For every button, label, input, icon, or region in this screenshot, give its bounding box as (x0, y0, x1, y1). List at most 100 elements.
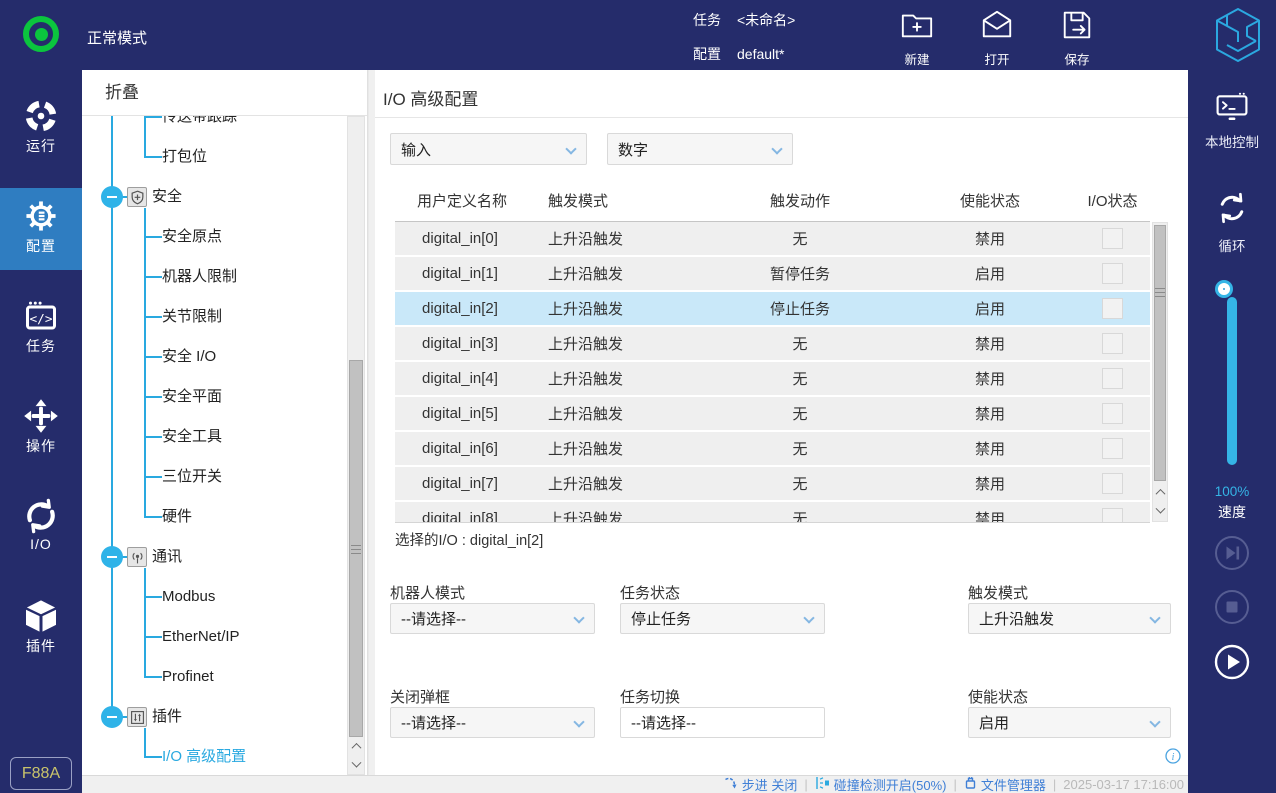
table-row[interactable]: digital_in[3]上升沿触发无禁用 (395, 327, 1150, 362)
sidebar-item-io-cycle[interactable]: I/O (0, 488, 82, 570)
tree-item-关节限制[interactable]: 关节限制 (162, 305, 222, 329)
table-scroll-down-button[interactable] (1153, 502, 1167, 521)
io-name-cell: digital_in[6] (395, 440, 525, 457)
collapse-node-button[interactable] (101, 186, 123, 208)
table-row[interactable]: digital_in[6]上升沿触发无禁用 (395, 432, 1150, 467)
tree-item-三位开关[interactable]: 三位开关 (162, 465, 222, 489)
right-toolbar: 本地控制 循环 100% 速度 (1188, 70, 1276, 793)
selected-io-label: 选择的I/O : digital_in[2] (395, 529, 543, 550)
new-button[interactable]: 新建 (884, 8, 950, 68)
sidebar-item-cube[interactable]: 插件 (0, 588, 82, 670)
tree-item-打包位[interactable]: 打包位 (162, 145, 207, 169)
io-direction-select[interactable]: 输入 (390, 133, 587, 165)
io-type-select[interactable]: 数字 (607, 133, 793, 165)
sidebar-item-gear[interactable]: 配置 (0, 188, 82, 270)
tree-item-安全原点[interactable]: 安全原点 (162, 225, 222, 249)
tree-item-传送带跟踪[interactable]: 传送带跟踪 (162, 116, 237, 129)
robot-mode-label: 机器人模式 (390, 582, 465, 603)
tree-item-通讯[interactable]: 通讯 (152, 545, 182, 569)
collapse-tree-button[interactable]: 折叠 (82, 70, 367, 116)
task-state-select[interactable]: 停止任务 (620, 603, 825, 634)
tree-item-I/O 高级配置[interactable]: I/O 高级配置 (162, 745, 246, 769)
enable-state-cell: 禁用 (905, 333, 1075, 354)
tree-scroll-up-button[interactable] (348, 737, 364, 756)
tree-scrollbar[interactable] (347, 116, 365, 775)
save-button[interactable]: 保存 (1044, 8, 1110, 68)
collapse-node-button[interactable] (101, 706, 123, 728)
io-state-checkbox[interactable] (1102, 228, 1123, 249)
sidebar-item-label: I/O (0, 536, 82, 552)
table-scrollbar[interactable] (1152, 222, 1168, 522)
io-state-checkbox[interactable] (1102, 298, 1123, 319)
enable-state-label: 使能状态 (968, 686, 1028, 707)
play-button[interactable] (1214, 644, 1250, 680)
skip-button[interactable] (1214, 535, 1250, 571)
task-switch-select[interactable]: --请选择-- (620, 707, 825, 738)
speed-slider-handle[interactable] (1218, 283, 1230, 295)
column-header: 用户定义名称 (395, 190, 525, 211)
step-mode-button[interactable]: 步进 关闭 (724, 775, 798, 793)
tree-item-EtherNet/IP[interactable]: EtherNet/IP (162, 625, 240, 649)
io-state-checkbox[interactable] (1102, 508, 1123, 523)
trigger-mode-cell: 上升沿触发 (525, 438, 695, 459)
close-popup-select[interactable]: --请选择-- (390, 707, 595, 738)
tree-item-硬件[interactable]: 硬件 (162, 505, 192, 529)
clock: 2025-03-17 17:16:00 (1063, 777, 1184, 792)
tree-item-插件[interactable]: 插件 (152, 705, 182, 729)
io-state-checkbox[interactable] (1102, 333, 1123, 354)
open-button[interactable]: 打开 (964, 8, 1030, 68)
enable-state-cell: 启用 (905, 298, 1075, 319)
collapse-node-button[interactable] (101, 546, 123, 568)
tree-item-Modbus[interactable]: Modbus (162, 585, 215, 609)
sidebar-item-run-target[interactable]: 运行 (0, 88, 82, 170)
io-state-checkbox[interactable] (1102, 263, 1123, 284)
tree-connector-line (144, 676, 162, 678)
device-id-badge[interactable]: F88A (10, 757, 72, 790)
local-control-button[interactable]: 本地控制 (1188, 92, 1276, 151)
enable-state-cell: 禁用 (905, 368, 1075, 389)
table-row[interactable]: digital_in[1]上升沿触发暂停任务启用 (395, 257, 1150, 292)
tree-item-安全平面[interactable]: 安全平面 (162, 385, 222, 409)
trigger-mode-label: 触发模式 (968, 582, 1028, 603)
tree-connector-line (144, 568, 146, 677)
io-state-checkbox[interactable] (1102, 403, 1123, 424)
table-row[interactable]: digital_in[2]上升沿触发停止任务启用 (395, 292, 1150, 327)
io-state-checkbox[interactable] (1102, 473, 1123, 494)
loop-button[interactable]: 循环 (1188, 190, 1276, 255)
left-nav-sidebar: 运行配置 </>任务操作 I/O 插件 F88A (0, 70, 82, 793)
sidebar-item-label: 配置 (0, 236, 82, 256)
table-row[interactable]: digital_in[0]上升沿触发无禁用 (395, 222, 1150, 257)
io-state-checkbox[interactable] (1102, 368, 1123, 389)
table-row[interactable]: digital_in[5]上升沿触发无禁用 (395, 397, 1150, 432)
sidebar-item-code-window[interactable]: </>任务 (0, 288, 82, 370)
io-name-cell: digital_in[5] (395, 405, 525, 422)
io-state-checkbox[interactable] (1102, 438, 1123, 459)
collision-detection-button[interactable]: 碰撞检测开启(50%) (815, 775, 947, 793)
info-icon[interactable]: i (1165, 748, 1181, 769)
chevron-down-icon (1149, 716, 1160, 727)
table-scrollbar-thumb[interactable] (1154, 225, 1166, 481)
tree-item-安全工具[interactable]: 安全工具 (162, 425, 222, 449)
sidebar-item-move-arrows[interactable]: 操作 (0, 388, 82, 470)
task-state-value: 停止任务 (631, 608, 691, 629)
trigger-mode-select[interactable]: 上升沿触发 (968, 603, 1171, 634)
enable-state-select[interactable]: 启用 (968, 707, 1171, 738)
tree-item-Profinet[interactable]: Profinet (162, 665, 214, 689)
code-window-icon: </> (0, 297, 82, 335)
tree-scrollbar-thumb[interactable] (349, 360, 363, 737)
stop-button[interactable] (1214, 589, 1250, 625)
tree-scroll-down-button[interactable] (348, 756, 364, 775)
table-row[interactable]: digital_in[7]上升沿触发无禁用 (395, 467, 1150, 502)
tree-item-机器人限制[interactable]: 机器人限制 (162, 265, 237, 289)
file-manager-button[interactable]: 文件管理器 (964, 775, 1046, 793)
trigger-mode-cell: 上升沿触发 (525, 508, 695, 523)
io-state-cell (1075, 473, 1150, 494)
table-row[interactable]: digital_in[4]上升沿触发无禁用 (395, 362, 1150, 397)
tree-item-安全 I/O[interactable]: 安全 I/O (162, 345, 216, 369)
table-scroll-up-button[interactable] (1153, 483, 1167, 502)
table-row[interactable]: digital_in[8]上升沿触发无禁用 (395, 502, 1150, 523)
tree-item-安全[interactable]: 安全 (152, 185, 182, 209)
io-name-cell: digital_in[8] (395, 510, 525, 523)
robot-mode-select[interactable]: --请选择-- (390, 603, 595, 634)
speed-slider-track[interactable] (1227, 297, 1237, 465)
